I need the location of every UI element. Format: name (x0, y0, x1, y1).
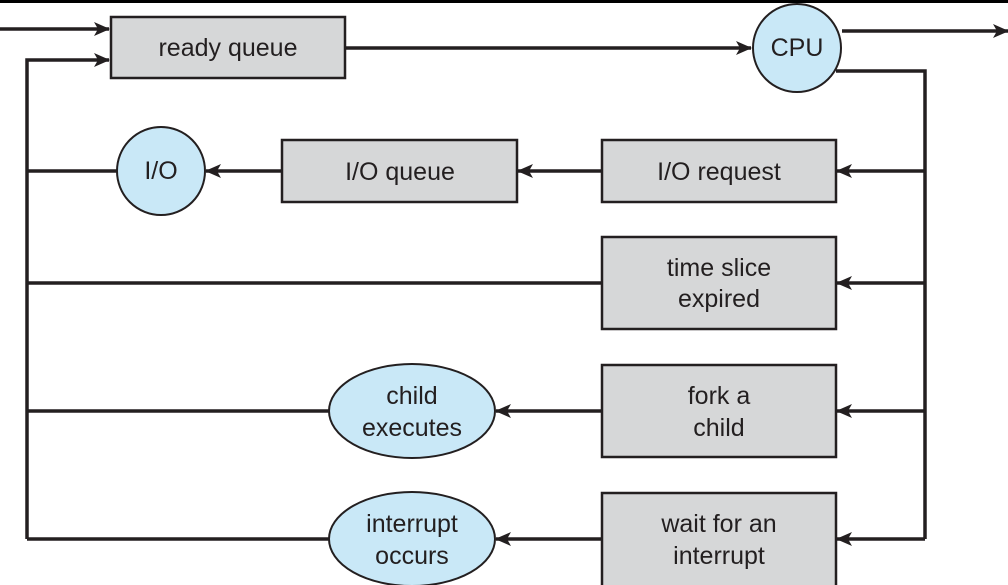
wait-interrupt-label-1: wait for an (660, 510, 776, 538)
interrupt-occurs-label-1: interrupt (366, 510, 458, 538)
io-request-node: I/O request (600, 138, 838, 204)
time-slice-node: time slice expired (600, 235, 838, 331)
wait-interrupt-label-2: interrupt (673, 542, 765, 570)
top-border (0, 0, 1008, 3)
ready-queue-label: ready queue (158, 34, 297, 62)
fork-label-1: fork a (688, 382, 751, 410)
process-scheduling-diagram: ready queue CPU I/O request I/O queue I/… (0, 0, 1008, 585)
connectors (0, 22, 1008, 546)
time-slice-label-2: expired (678, 285, 760, 313)
wait-interrupt-node: wait for an interrupt (600, 491, 838, 585)
interrupt-occurs-label-2: occurs (375, 542, 449, 570)
edge-cpu-bus (836, 69, 927, 539)
io-request-label: I/O request (657, 158, 781, 186)
io-label: I/O (144, 157, 177, 185)
io-node: I/O (116, 126, 206, 216)
edge-left-bus (25, 53, 110, 539)
child-executes-label-2: executes (362, 414, 462, 442)
io-queue-label: I/O queue (345, 158, 455, 186)
cpu-label: CPU (771, 34, 824, 62)
interrupt-occurs-node: interrupt occurs (328, 491, 496, 585)
fork-label-2: child (693, 414, 744, 442)
io-queue-node: I/O queue (280, 138, 519, 204)
child-executes-label-1: child (386, 382, 437, 410)
time-slice-label-1: time slice (667, 254, 771, 282)
ready-queue-node: ready queue (109, 15, 347, 80)
cpu-node: CPU (752, 3, 842, 93)
fork-node: fork a child (600, 363, 838, 459)
child-executes-node: child executes (328, 363, 496, 459)
